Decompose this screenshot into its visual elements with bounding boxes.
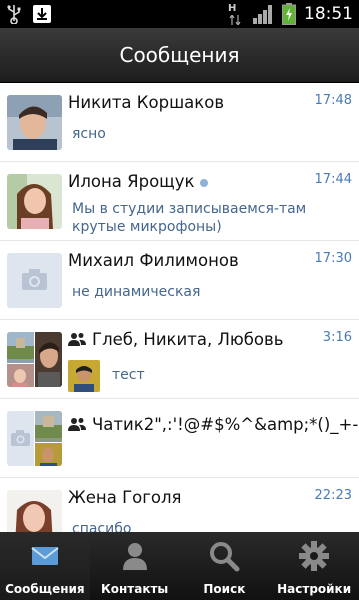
conversation-row[interactable]: Илона Ярощук 17:44 Мы в студии записывае… [0,162,359,241]
conversation-row[interactable]: Жена Гоголя 22:23 спасибо [0,478,359,532]
usb-icon [7,5,21,24]
envelope-icon [31,547,59,565]
signal-icon [253,5,272,24]
tab-settings[interactable]: Настройки [269,532,359,600]
conversation-row[interactable]: Никита Коршаков 17:48 ясно [0,83,359,162]
camera-icon [22,269,47,290]
download-icon [33,5,51,23]
conversation-row[interactable]: Михаил Филимонов 17:30 не динамическая [0,241,359,320]
magnifier-icon [210,542,240,572]
status-right: H 18:51 [226,3,353,25]
network-type-indicator: H [226,3,244,25]
avatar [7,95,62,150]
sender-avatar [68,360,100,392]
message-preview: тест [112,367,145,383]
contact-name: Чатик2",:'!@#$%^&amp;*()_+-... [68,415,359,434]
battery-charging-icon [282,3,296,25]
status-bar: H 18:51 [0,0,359,28]
data-arrows-icon [229,15,241,25]
status-left [6,4,52,24]
online-indicator [200,178,209,187]
bottom-tab-bar: Сообщения Контакты Поиск Настройки [0,532,359,600]
message-time: 22:23 [314,488,352,503]
group-avatar [7,332,62,387]
tab-search[interactable]: Поиск [180,532,270,600]
contact-name: Никита Коршаков [68,93,225,112]
conversation-row[interactable]: Чатик2",:'!@#$%^&amp;*()_+-... [0,399,359,478]
avatar [7,174,62,229]
contact-name-text: Глеб, Никита, Любовь [92,330,284,349]
gear-icon [299,541,330,571]
status-time: 18:51 [304,4,353,24]
avatar [7,490,62,532]
contact-name: Михаил Филимонов [68,251,239,270]
contact-name: Жена Гоголя [68,488,182,507]
message-time: 17:48 [314,93,352,108]
conversation-list[interactable]: Никита Коршаков 17:48 ясно Илона Ярощук … [0,83,359,532]
tab-label: Настройки [277,582,352,596]
message-time: 17:44 [314,172,352,187]
contact-name-text: Илона Ярощук [68,172,195,191]
message-preview: спасибо [72,521,132,532]
avatar-placeholder [7,253,62,308]
group-avatar [7,411,62,466]
page-title: Сообщения [119,43,240,67]
person-icon [122,543,147,570]
tab-label: Поиск [203,582,246,596]
tab-contacts[interactable]: Контакты [90,532,180,600]
message-time: 17:30 [314,251,352,266]
group-chat-icon [68,418,86,431]
tab-messages[interactable]: Сообщения [0,532,90,600]
message-preview: Мы в студии записываемся-там крутые микр… [72,201,307,235]
camera-icon [11,430,30,446]
message-preview: не динамическая [72,284,201,300]
conversation-row[interactable]: Глеб, Никита, Любовь 3:16 тест [0,320,359,399]
contact-name-text: Чатик2",:'!@#$%^&amp;*()_+-... [92,415,359,434]
tab-label: Сообщения [5,582,85,596]
contact-name: Глеб, Никита, Любовь [68,330,283,349]
app-header: Сообщения [0,28,359,83]
group-chat-icon [68,333,86,346]
message-time: 3:16 [322,330,352,345]
contact-name: Илона Ярощук [68,172,209,191]
message-preview: ясно [72,126,106,142]
tab-label: Контакты [100,582,169,596]
